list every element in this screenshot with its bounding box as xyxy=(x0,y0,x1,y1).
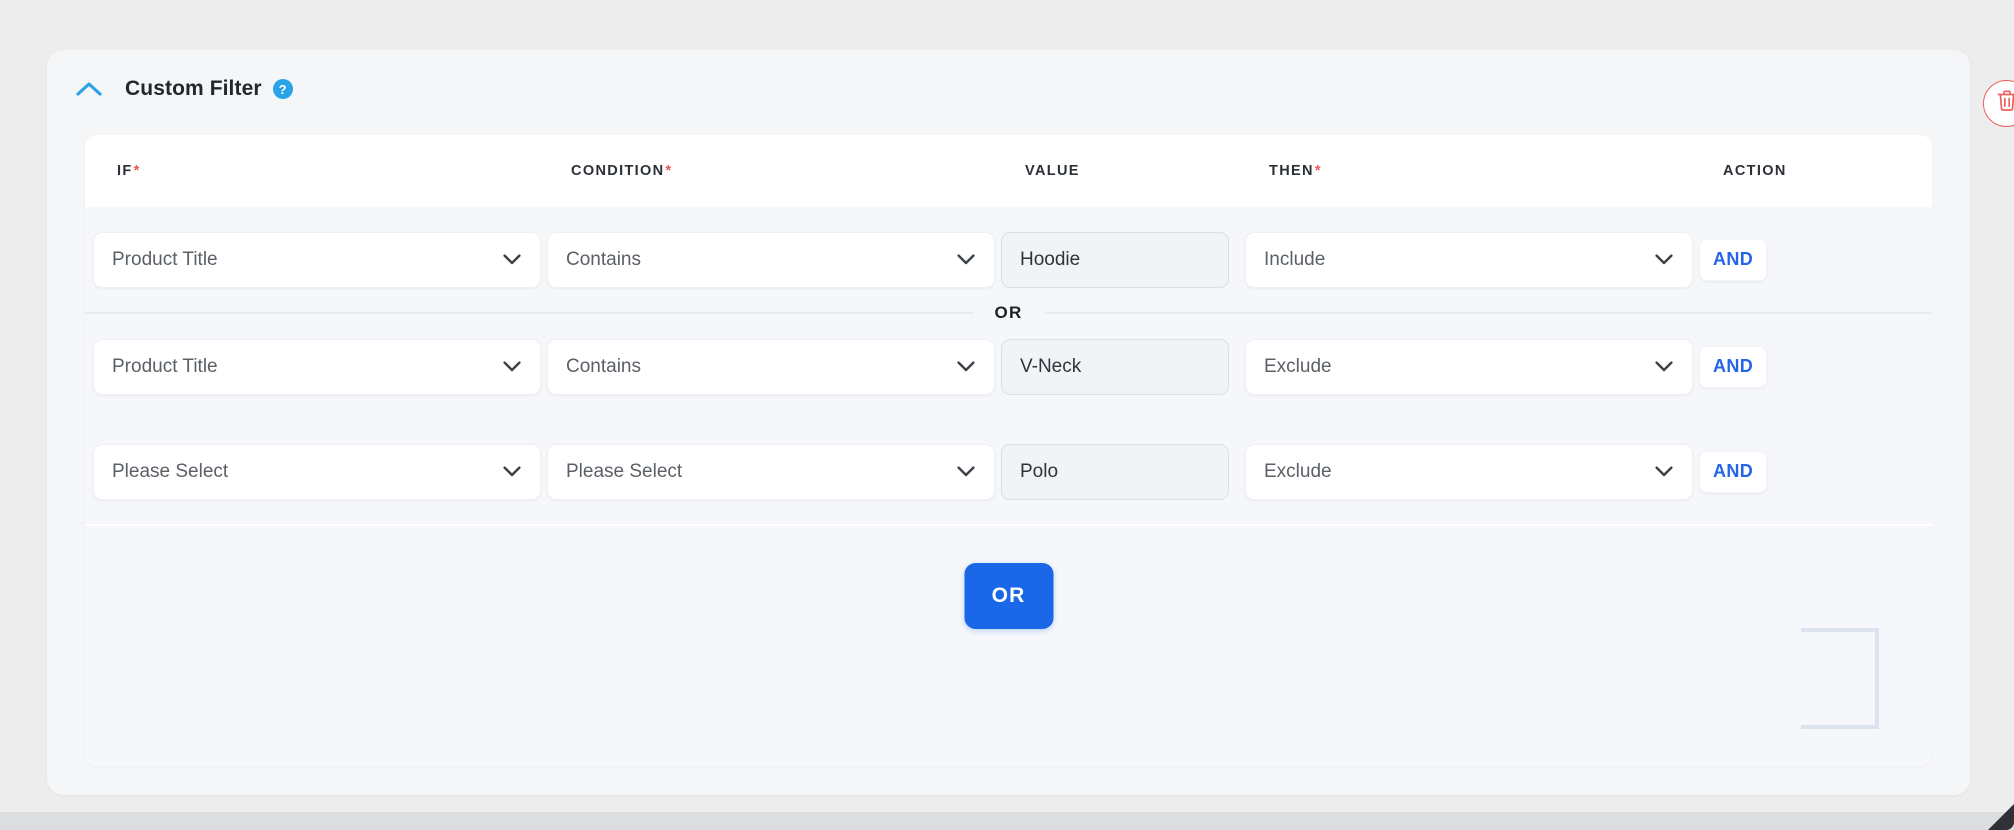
row-1-value-input[interactable]: Hoodie xyxy=(1001,231,1229,288)
column-header-then: THEN* xyxy=(1269,163,1322,179)
row-2-value-cell: V-Neck xyxy=(1001,338,1229,395)
chevron-down-icon xyxy=(502,250,522,270)
row-1-value-cell: Hoodie xyxy=(1001,231,1229,288)
chevron-up-icon[interactable] xyxy=(72,72,106,106)
add-or-group-button[interactable]: OR xyxy=(964,563,1053,629)
help-icon[interactable]: ? xyxy=(272,79,293,99)
row-3-then-select[interactable]: Exclude xyxy=(1245,443,1693,500)
page-title: Custom Filter xyxy=(125,77,262,100)
filter-table: IF* CONDITION* VALUE THEN* ACTION Produc… xyxy=(85,135,1932,766)
table-row: Product Title Contains xyxy=(85,207,1932,312)
card-header: Custom Filter ? xyxy=(47,50,1970,128)
row-2-value-input[interactable]: V-Neck xyxy=(1001,338,1229,395)
required-marker: * xyxy=(1314,163,1322,179)
row-2-then-value: Exclude xyxy=(1264,355,1332,377)
row-3-then-cell: Exclude xyxy=(1245,443,1693,500)
row-1-if-value: Product Title xyxy=(112,248,218,270)
row-3-if-value: Please Select xyxy=(112,460,229,482)
row-2-and-button[interactable]: AND xyxy=(1699,345,1768,388)
row-2-condition-select[interactable]: Contains xyxy=(547,338,995,395)
row-3-if-select[interactable]: Please Select xyxy=(93,443,541,500)
trash-icon xyxy=(1996,89,2014,118)
row-3-value-input[interactable]: Polo xyxy=(1001,443,1229,500)
custom-filter-card: Custom Filter ? IF* CONDITION* VALUE THE… xyxy=(47,50,2014,795)
row-2-then-cell: Exclude xyxy=(1245,338,1693,395)
column-header-action-label: ACTION xyxy=(1723,163,1787,179)
row-3-then-value: Exclude xyxy=(1264,460,1332,482)
row-1-condition-value: Contains xyxy=(566,248,641,270)
chevron-down-icon xyxy=(502,357,522,377)
table-footer: OR xyxy=(85,526,1932,666)
column-header-if-label: IF xyxy=(117,163,133,179)
row-1-then-value: Include xyxy=(1264,248,1326,270)
table-header-row: IF* CONDITION* VALUE THEN* ACTION xyxy=(85,135,1932,207)
chevron-down-icon xyxy=(1654,357,1674,377)
page-bottom-strip xyxy=(0,812,2014,830)
row-3-value-cell: Polo xyxy=(1001,443,1229,500)
chevron-down-icon xyxy=(502,462,522,482)
row-3-condition-select[interactable]: Please Select xyxy=(547,443,995,500)
chevron-down-icon xyxy=(956,462,976,482)
required-marker: * xyxy=(133,163,141,179)
chevron-down-icon xyxy=(1654,462,1674,482)
row-1-action-cell: AND xyxy=(1699,238,1899,281)
table-row: Please Select Please Select Polo Exclude… xyxy=(85,419,1932,524)
column-header-value: VALUE xyxy=(1025,163,1080,179)
row-2-if-cell: Product Title xyxy=(93,338,541,395)
delete-filter-button[interactable] xyxy=(1983,80,2014,127)
chevron-down-icon xyxy=(956,250,976,270)
column-header-then-label: THEN xyxy=(1269,163,1314,179)
chevron-down-icon xyxy=(1654,250,1674,270)
row-2-if-value: Product Title xyxy=(112,355,218,377)
row-1-if-select[interactable]: Product Title xyxy=(93,231,541,288)
row-3-if-cell: Please Select xyxy=(93,443,541,500)
row-3-action-cell: AND xyxy=(1699,450,1899,493)
column-header-action: ACTION xyxy=(1723,163,1787,179)
chevron-down-icon xyxy=(956,357,976,377)
row-1-then-select[interactable]: Include xyxy=(1245,231,1693,288)
row-1-and-button[interactable]: AND xyxy=(1699,238,1768,281)
row-3-condition-cell: Please Select xyxy=(547,443,995,500)
row-2-if-select[interactable]: Product Title xyxy=(93,338,541,395)
row-1-if-cell: Product Title xyxy=(93,231,541,288)
row-1-condition-select[interactable]: Contains xyxy=(547,231,995,288)
required-marker: * xyxy=(665,163,673,179)
filter-rows: Product Title Contains Hoodie Include AN… xyxy=(85,207,1932,729)
column-header-if: IF* xyxy=(117,163,141,179)
row-3-and-button[interactable]: AND xyxy=(1699,450,1768,493)
row-2-condition-cell: Contains xyxy=(547,338,995,395)
row-2-action-cell: AND xyxy=(1699,345,1899,388)
table-row: Product Title Contains xyxy=(85,314,1932,419)
row-2-then-select[interactable]: Exclude xyxy=(1245,338,1693,395)
row-3-condition-value: Please Select xyxy=(566,460,683,482)
column-header-value-label: VALUE xyxy=(1025,163,1080,179)
row-1-condition-cell: Contains xyxy=(547,231,995,288)
column-header-condition-label: CONDITION xyxy=(571,163,665,179)
row-2-condition-value: Contains xyxy=(566,355,641,377)
column-header-condition: CONDITION* xyxy=(571,163,673,179)
row-1-then-cell: Include xyxy=(1245,231,1693,288)
